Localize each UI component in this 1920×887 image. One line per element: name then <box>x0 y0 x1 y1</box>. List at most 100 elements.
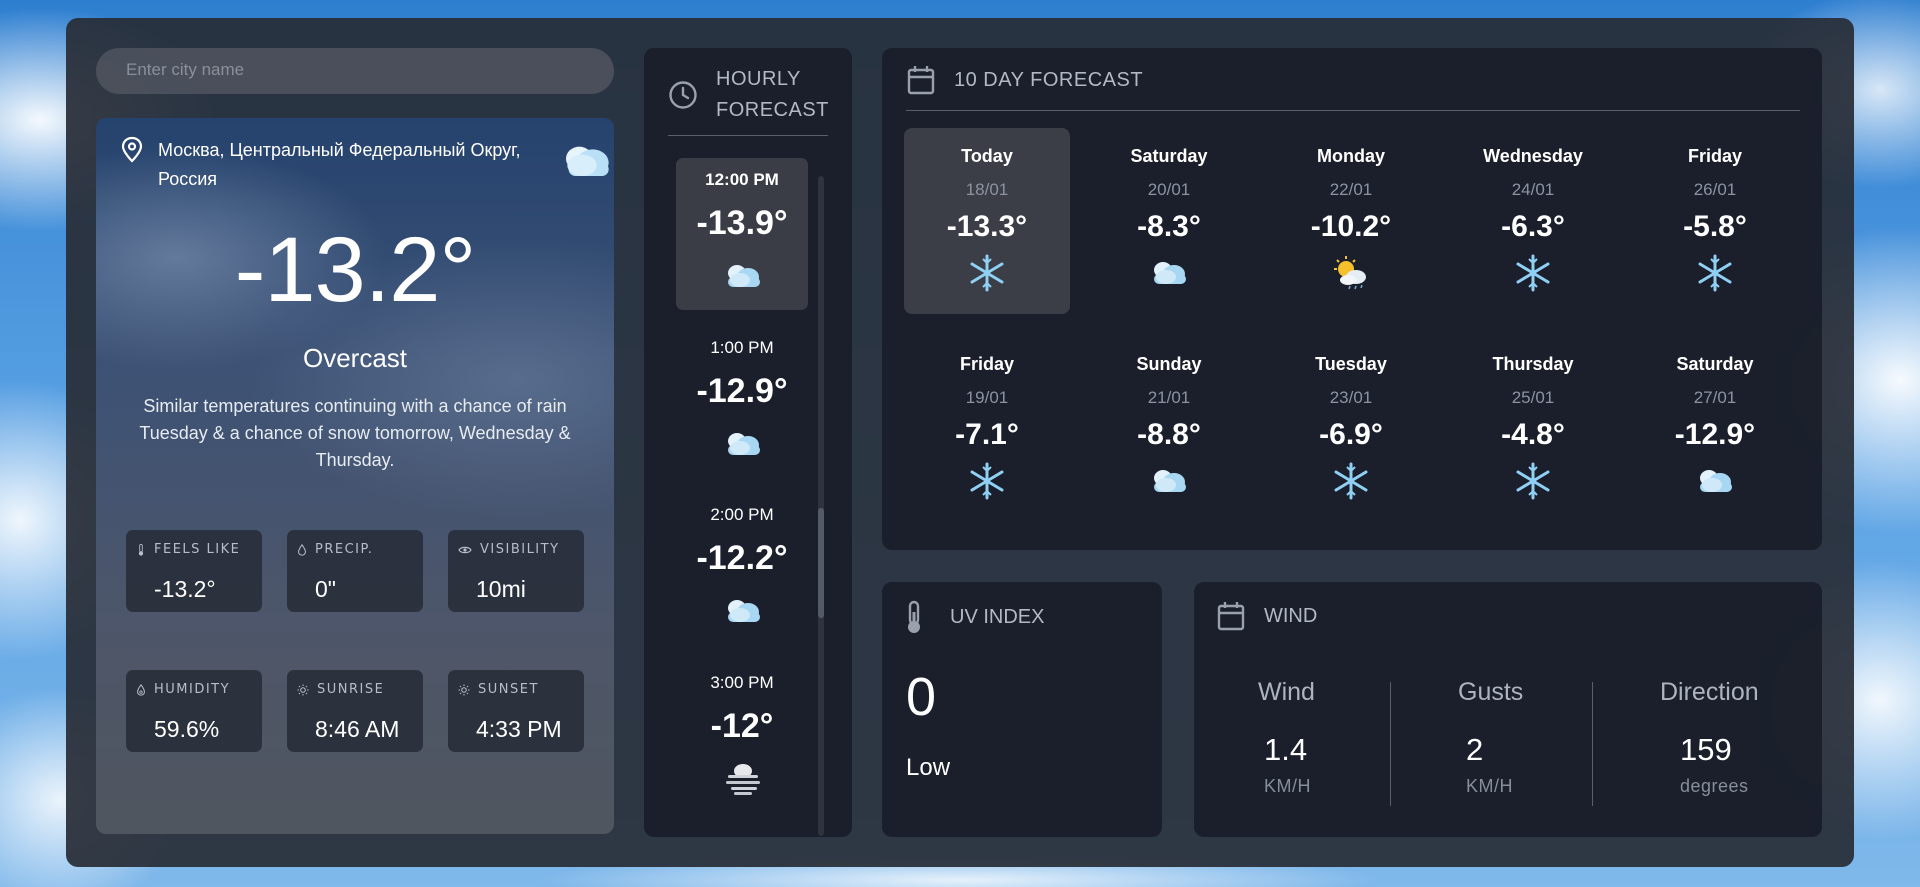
thermometer-icon <box>908 600 920 633</box>
day-card[interactable]: Friday 19/01 -7.1° <box>904 336 1070 522</box>
divider <box>1390 682 1391 806</box>
location-pin-icon <box>121 136 143 163</box>
current-temperature: -13.2° <box>234 219 477 321</box>
hour-item[interactable]: 12:00 PM -13.9° <box>676 158 808 310</box>
day-name: Wednesday <box>1483 146 1583 166</box>
hourly-scrollbar-thumb[interactable] <box>818 508 824 618</box>
hour-time: 1:00 PM <box>710 338 774 357</box>
hourly-title: HOURLY FORECAST <box>716 68 829 121</box>
stat-label: SUNSET <box>478 682 539 697</box>
divider <box>1592 682 1593 806</box>
day-temp: -7.1° <box>955 418 1019 451</box>
day-temp: -10.2° <box>1310 210 1392 243</box>
cloud-icon <box>1154 262 1186 284</box>
search-input[interactable]: Enter city name <box>96 48 614 94</box>
hour-item[interactable]: 2:00 PM -12.2° <box>676 493 808 645</box>
stat-value: 0" <box>315 576 336 602</box>
day-name: Friday <box>959 354 1015 374</box>
ten-day-title: 10 DAY FORECAST <box>954 68 1144 91</box>
day-card[interactable]: Sunday 21/01 -8.8° <box>1086 336 1252 522</box>
day-date: 18/01 <box>965 180 1009 199</box>
day-name: Sunday <box>1136 354 1202 374</box>
day-card[interactable]: Thursday 25/01 -4.8° <box>1450 336 1616 522</box>
humidity-icon <box>137 683 145 696</box>
wind-heading: Gusts <box>1458 678 1524 706</box>
stat-value: 4:33 PM <box>476 716 562 742</box>
day-name: Saturday <box>1676 354 1754 374</box>
stat-feels-like: FEELS LIKE -13.2° <box>126 530 262 612</box>
wind-value: 2 <box>1466 732 1484 767</box>
day-name: Friday <box>1687 146 1743 166</box>
cloud-icon <box>728 433 760 455</box>
hour-temp: -12.9° <box>696 372 788 410</box>
divider <box>668 135 828 136</box>
wind-title: WIND <box>1264 604 1318 627</box>
day-date: 26/01 <box>1693 180 1737 199</box>
ten-day-forecast-panel: 10 DAY FORECAST Today 18/01 -13.3° Satur… <box>882 48 1822 550</box>
snowflake-icon <box>1334 462 1368 500</box>
day-temp: -6.3° <box>1501 210 1565 243</box>
snowflake-icon <box>970 254 1004 292</box>
day-card[interactable]: Saturday 20/01 -8.3° <box>1086 128 1252 314</box>
day-temp: -5.8° <box>1683 210 1747 243</box>
uv-level: Low <box>906 754 951 781</box>
wind-unit: KM/H <box>1264 776 1311 796</box>
cloud-icon <box>1700 470 1732 492</box>
wind-direction: Direction 159 degrees <box>1660 678 1860 808</box>
stat-label: HUMIDITY <box>154 682 231 697</box>
partly-sunny-icon <box>1334 256 1366 290</box>
day-temp: -12.9° <box>1674 418 1756 451</box>
day-date: 20/01 <box>1147 180 1191 199</box>
eye-icon <box>458 546 472 553</box>
stat-value: 8:46 AM <box>315 716 400 742</box>
day-name: Saturday <box>1130 146 1208 166</box>
hour-item[interactable]: 3:00 PM -12° <box>676 661 808 813</box>
stat-label: VISIBILITY <box>480 542 560 557</box>
droplet-icon <box>298 543 306 556</box>
day-name: Monday <box>1316 146 1385 166</box>
thermometer-icon <box>138 543 144 556</box>
day-date: 27/01 <box>1693 388 1737 407</box>
day-card[interactable]: Wednesday 24/01 -6.3° <box>1450 128 1616 314</box>
day-date: 22/01 <box>1329 180 1373 199</box>
day-name: Today <box>961 146 1013 166</box>
snowflake-icon <box>970 462 1004 500</box>
clock-icon <box>669 81 697 109</box>
location-name: Москва, Центральный Федеральный Округ, Р… <box>158 140 521 189</box>
day-temp: -6.9° <box>1319 418 1383 451</box>
day-temp: -4.8° <box>1501 418 1565 451</box>
day-date: 25/01 <box>1511 388 1555 407</box>
day-date: 23/01 <box>1329 388 1373 407</box>
wind-value: 1.4 <box>1264 732 1308 767</box>
weather-app: Enter city name Москва, Центральный Феде… <box>66 18 1854 867</box>
hour-time: 12:00 PM <box>705 170 779 189</box>
hour-time: 3:00 PM <box>710 673 774 692</box>
hour-item[interactable]: 1:00 PM -12.9° <box>676 326 808 478</box>
day-card[interactable]: Saturday 27/01 -12.9° <box>1632 336 1798 522</box>
uv-index-panel: UV INDEX 0 Low <box>882 582 1162 837</box>
hour-temp: -13.9° <box>696 204 788 242</box>
day-card[interactable]: Friday 26/01 -5.8° <box>1632 128 1798 314</box>
cloud-icon <box>728 600 760 622</box>
cloud-icon <box>728 265 760 287</box>
current-condition: Overcast <box>302 343 408 373</box>
day-date: 21/01 <box>1147 388 1191 407</box>
stat-sunset: SUNSET 4:33 PM <box>448 670 584 752</box>
hour-temp: -12.2° <box>696 539 788 577</box>
wind-heading: Direction <box>1660 678 1759 706</box>
weather-description: Similar temperatures continuing with a c… <box>139 396 571 470</box>
day-name: Tuesday <box>1315 354 1387 374</box>
stat-humidity: HUMIDITY 59.6% <box>126 670 262 752</box>
day-date: 19/01 <box>965 388 1009 407</box>
hourly-scrollbar-track[interactable] <box>818 176 824 836</box>
stat-visibility: VISIBILITY 10mi <box>448 530 584 612</box>
wind-panel: WIND Wind 1.4 KM/H Gusts 2 KM/H Directio… <box>1194 582 1822 837</box>
uv-title: UV INDEX <box>950 605 1045 628</box>
stat-label: SUNRISE <box>317 682 385 697</box>
hour-time: 2:00 PM <box>710 505 774 524</box>
day-card[interactable]: Monday 22/01 -10.2° <box>1268 128 1434 314</box>
day-card[interactable]: Tuesday 23/01 -6.9° <box>1268 336 1434 522</box>
location: Москва, Центральный Федеральный Округ, Р… <box>120 136 558 194</box>
day-card-today[interactable]: Today 18/01 -13.3° <box>904 128 1070 314</box>
stat-precip: PRECIP. 0" <box>287 530 423 612</box>
